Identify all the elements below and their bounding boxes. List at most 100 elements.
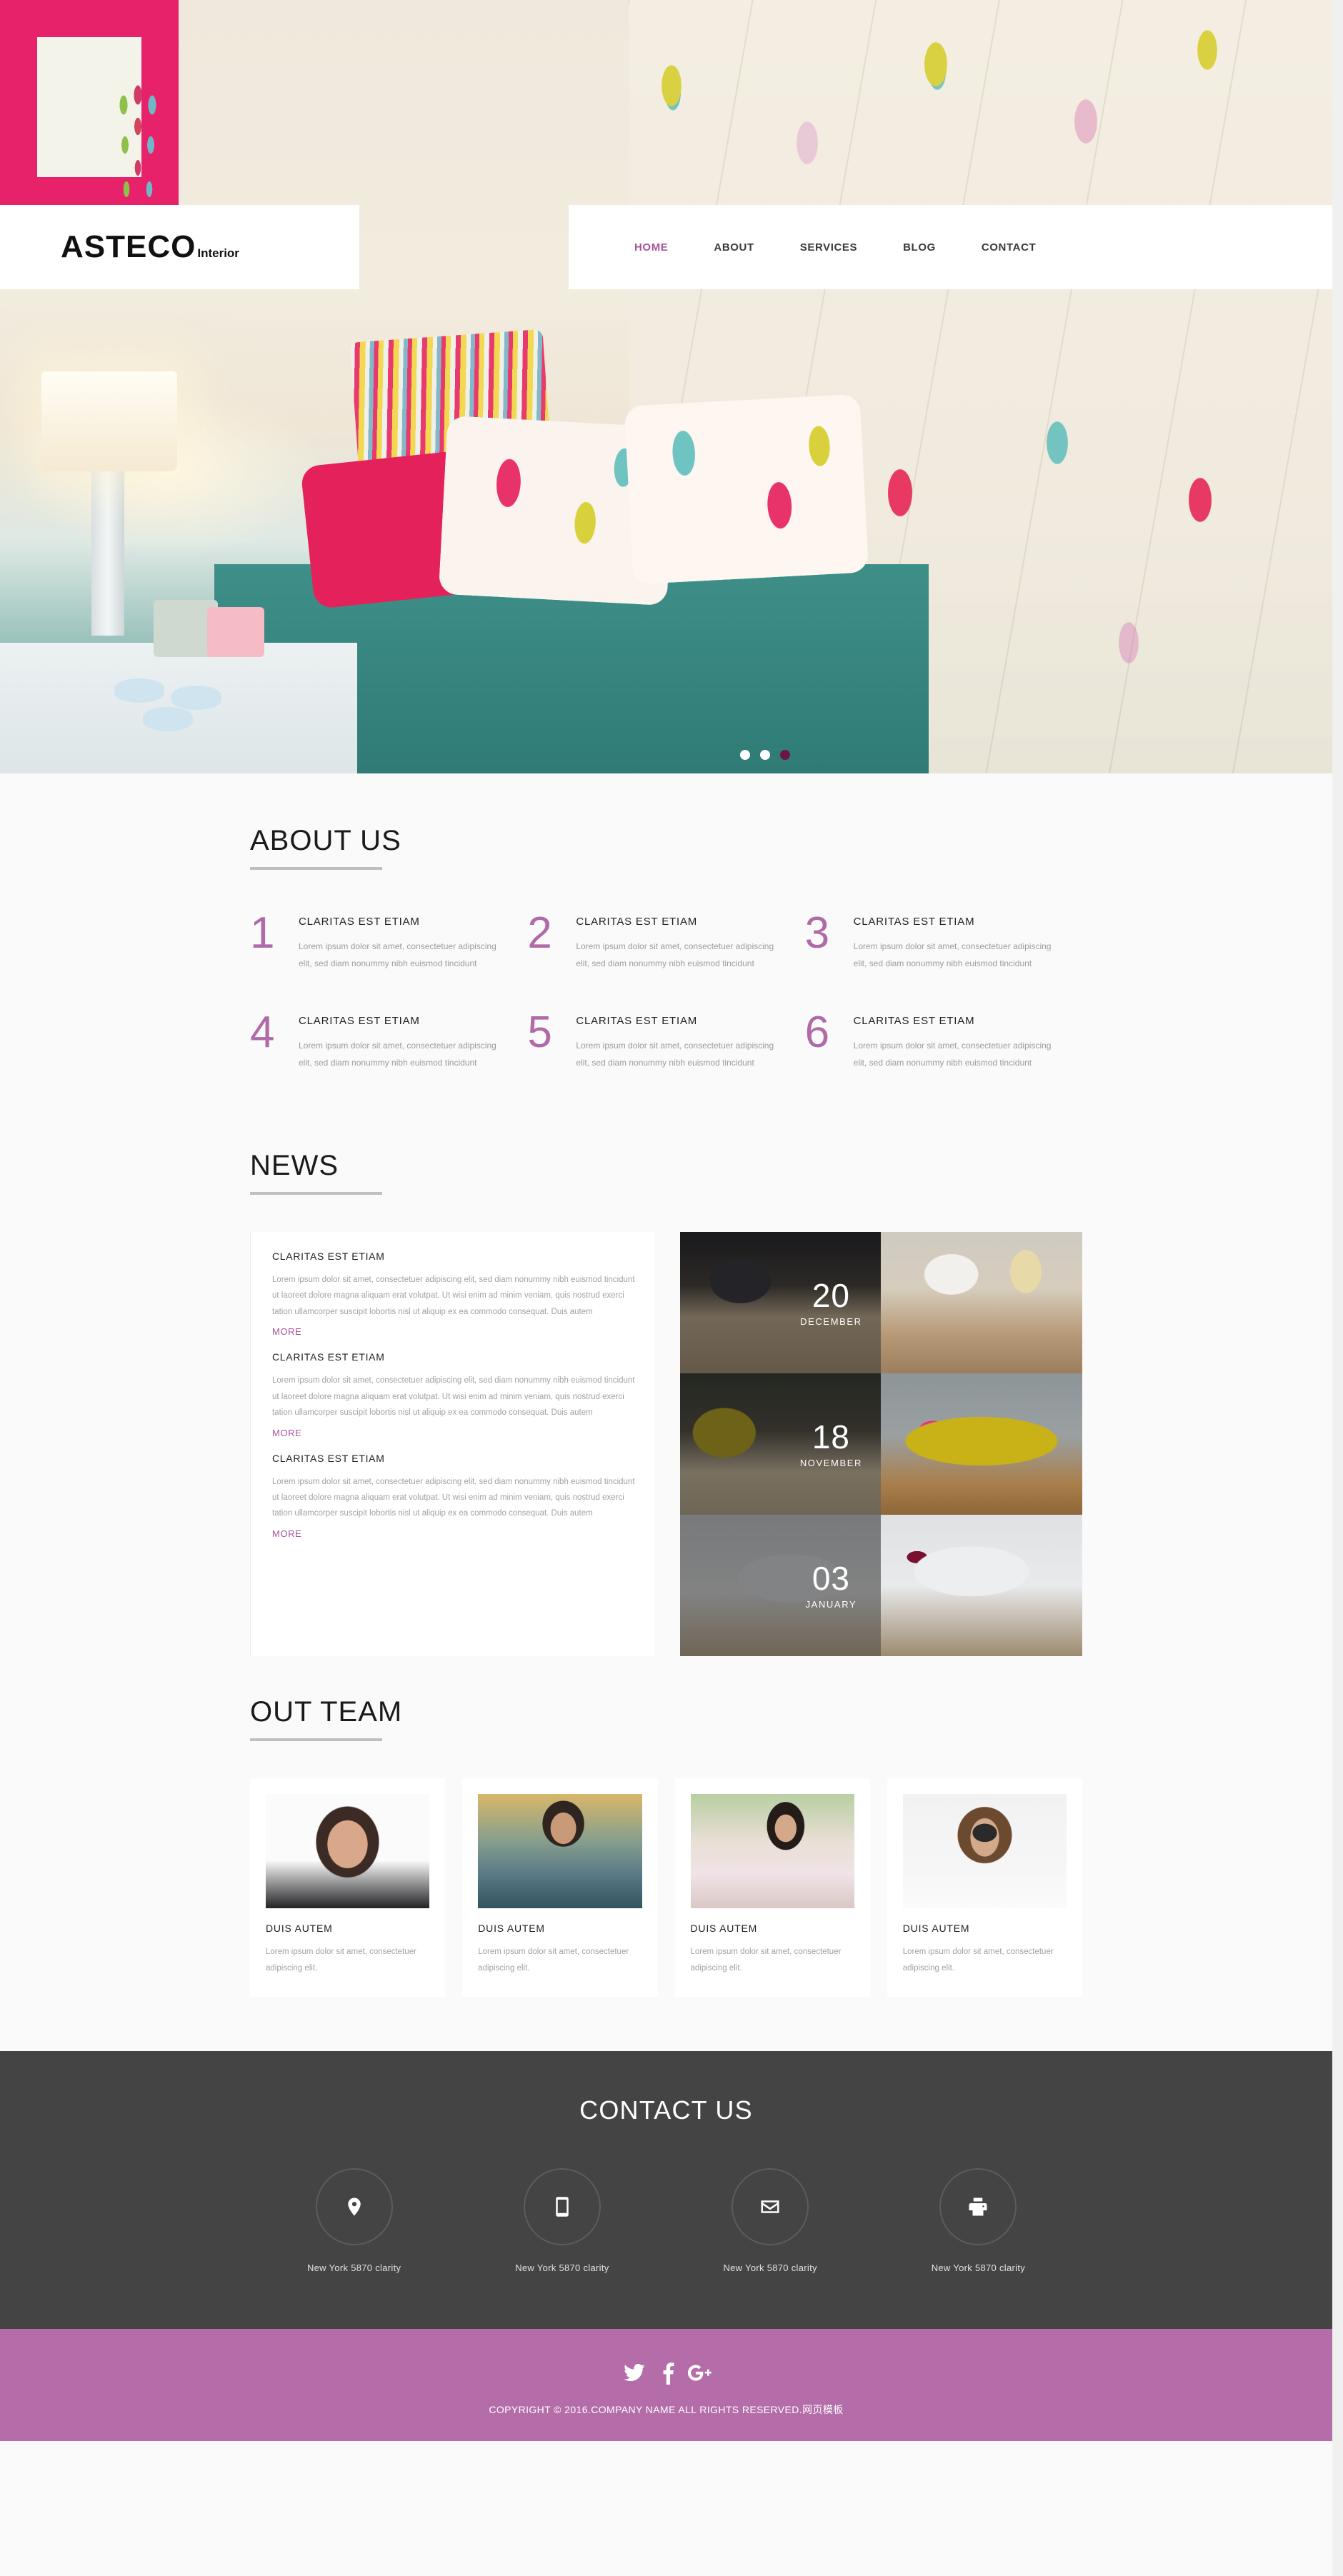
slider-dot-3[interactable] (780, 750, 790, 760)
news-date-day: 20 (812, 1276, 850, 1314)
hero-soap-2 (171, 686, 221, 710)
google-plus-icon[interactable] (687, 2362, 712, 2388)
about-item-heading: CLARITAS EST ETIAM (576, 1015, 698, 1027)
about-title-rule (250, 867, 382, 870)
team-card[interactable]: DUIS AUTEM Lorem ipsum dolor sit amet, c… (674, 1778, 870, 1997)
about-item-text: Lorem ipsum dolor sit amet, consectetuer… (853, 941, 1052, 968)
about-grid: 1 CLARITAS EST ETIAM Lorem ipsum dolor s… (250, 911, 1082, 1110)
nav-item-about[interactable]: ABOUT (708, 237, 759, 258)
page-root: ASTECO Interior HOME ABOUT SERVICES BLOG… (0, 0, 1332, 2576)
slider-dot-1[interactable] (740, 750, 750, 760)
team-card[interactable]: DUIS AUTEM Lorem ipsum dolor sit amet, c… (250, 1778, 446, 1997)
about-item-heading: CLARITAS EST ETIAM (576, 916, 698, 928)
contact-item-phone[interactable]: New York 5870 clarity (458, 2168, 666, 2273)
contact-item-email[interactable]: New York 5870 clarity (666, 2168, 874, 2273)
facebook-icon[interactable] (661, 2362, 675, 2388)
news-list: CLARITAS EST ETIAM Lorem ipsum dolor sit… (250, 1232, 654, 1656)
main-navigation: HOME ABOUT SERVICES BLOG CONTACT (629, 237, 1042, 258)
hero-candle-pink (207, 607, 264, 657)
nav-item-blog[interactable]: BLOG (897, 237, 942, 258)
contact-section: CONTACT US New York 5870 clarity New Yor… (0, 2051, 1332, 2329)
about-item-number: 6 (804, 1008, 830, 1057)
hero-pillow-floral-2 (624, 394, 869, 585)
news-date: 18 NOVEMBER (800, 1420, 862, 1468)
nav-item-services[interactable]: SERVICES (794, 237, 863, 258)
news-title: NEWS (250, 1150, 339, 1181)
team-title-rule (250, 1738, 382, 1741)
team-member-photo (902, 1794, 1067, 1908)
envelope-icon (732, 2168, 809, 2245)
about-item-heading: CLARITAS EST ETIAM (299, 916, 420, 928)
team-member-photo (690, 1794, 854, 1908)
team-member-name: DUIS AUTEM (690, 1923, 758, 1934)
team-card[interactable]: DUIS AUTEM Lorem ipsum dolor sit amet, c… (887, 1778, 1082, 1997)
map-pin-icon (315, 2168, 393, 2245)
nav-item-contact[interactable]: CONTACT (976, 237, 1042, 258)
news-item-title: CLARITAS EST ETIAM (272, 1452, 385, 1464)
nav-item-home[interactable]: HOME (629, 237, 674, 258)
news-body: CLARITAS EST ETIAM Lorem ipsum dolor sit… (250, 1232, 1082, 1656)
news-gallery-tile[interactable]: 18 NOVEMBER (679, 1373, 1082, 1515)
about-item: 4 CLARITAS EST ETIAM Lorem ipsum dolor s… (250, 1011, 527, 1071)
about-item-text: Lorem ipsum dolor sit amet, consectetuer… (299, 941, 496, 968)
about-item-number: 5 (527, 1008, 552, 1057)
news-date-month: NOVEMBER (799, 1457, 863, 1468)
team-member-name: DUIS AUTEM (902, 1923, 970, 1934)
team-member-text: Lorem ipsum dolor sit amet, consectetuer… (690, 1948, 842, 1973)
logo-tagline: Interior (197, 246, 239, 260)
news-item-text: Lorem ipsum dolor sit amet, consectetuer… (272, 1276, 635, 1316)
team-title: OUT TEAM (250, 1696, 403, 1728)
about-title: ABOUT US (250, 825, 401, 856)
header-nav-block: HOME ABOUT SERVICES BLOG CONTACT (569, 205, 1332, 289)
about-title-wrap: ABOUT US (250, 825, 1082, 870)
news-title-rule (250, 1192, 382, 1195)
contact-grid: New York 5870 clarity New York 5870 clar… (250, 2168, 1082, 2273)
about-item-number: 1 (250, 908, 275, 958)
team-member-photo (478, 1794, 642, 1908)
news-title-wrap: NEWS (250, 1150, 1082, 1195)
news-more-link[interactable]: MORE (272, 1428, 301, 1438)
hero-framed-art (0, 0, 179, 241)
news-date-day: 03 (812, 1559, 850, 1597)
site-footer: COPYRIGHT © 2016.COMPANY NAME ALL RIGHTS… (0, 2329, 1332, 2441)
team-member-photo (266, 1794, 430, 1908)
contact-item-address[interactable]: New York 5870 clarity (250, 2168, 458, 2273)
news-item-title: CLARITAS EST ETIAM (272, 1251, 385, 1262)
team-member-name: DUIS AUTEM (266, 1923, 333, 1934)
news-item-text: Lorem ipsum dolor sit amet, consectetuer… (272, 1477, 635, 1518)
news-more-link[interactable]: MORE (272, 1528, 301, 1539)
contact-title: CONTACT US (579, 2095, 753, 2125)
about-item: 6 CLARITAS EST ETIAM Lorem ipsum dolor s… (805, 1011, 1082, 1071)
site-logo[interactable]: ASTECO Interior (61, 229, 239, 265)
news-date-month: DECEMBER (800, 1315, 862, 1327)
about-item: 2 CLARITAS EST ETIAM Lorem ipsum dolor s… (527, 911, 804, 972)
twitter-icon[interactable] (621, 2362, 648, 2388)
news-item: CLARITAS EST ETIAM Lorem ipsum dolor sit… (272, 1453, 636, 1540)
team-card[interactable]: DUIS AUTEM Lorem ipsum dolor sit amet, c… (462, 1778, 658, 1997)
social-links (0, 2362, 1332, 2388)
logo-block[interactable]: ASTECO Interior (0, 205, 359, 289)
contact-item-label: New York 5870 clarity (306, 2262, 401, 2273)
team-member-text: Lorem ipsum dolor sit amet, consectetuer… (266, 1948, 416, 1973)
news-more-link[interactable]: MORE (272, 1326, 301, 1337)
about-item-text: Lorem ipsum dolor sit amet, consectetuer… (299, 1041, 496, 1068)
about-item-heading: CLARITAS EST ETIAM (853, 916, 975, 928)
slider-dot-2[interactable] (760, 750, 770, 760)
news-date: 20 DECEMBER (800, 1279, 862, 1327)
about-item: 1 CLARITAS EST ETIAM Lorem ipsum dolor s… (250, 911, 527, 972)
printer-icon (939, 2168, 1017, 2245)
contact-item-label: New York 5870 clarity (723, 2262, 817, 2273)
about-section: ABOUT US 1 CLARITAS EST ETIAM Lorem ipsu… (0, 773, 1332, 1110)
about-item-number: 3 (804, 908, 830, 958)
team-member-text: Lorem ipsum dolor sit amet, consectetuer… (902, 1948, 1054, 1973)
about-item: 3 CLARITAS EST ETIAM Lorem ipsum dolor s… (805, 911, 1082, 972)
contact-item-fax[interactable]: New York 5870 clarity (874, 2168, 1082, 2273)
about-item-heading: CLARITAS EST ETIAM (853, 1015, 975, 1027)
contact-item-label: New York 5870 clarity (931, 2262, 1026, 2273)
hero-lamp-shade (41, 371, 177, 471)
news-gallery-tile[interactable]: 20 DECEMBER (679, 1232, 1082, 1373)
news-item-text: Lorem ipsum dolor sit amet, consectetuer… (272, 1376, 635, 1418)
news-gallery-tile[interactable]: 03 JANUARY (679, 1515, 1082, 1656)
mobile-phone-icon (523, 2168, 601, 2245)
hero-soap-1 (114, 678, 164, 703)
